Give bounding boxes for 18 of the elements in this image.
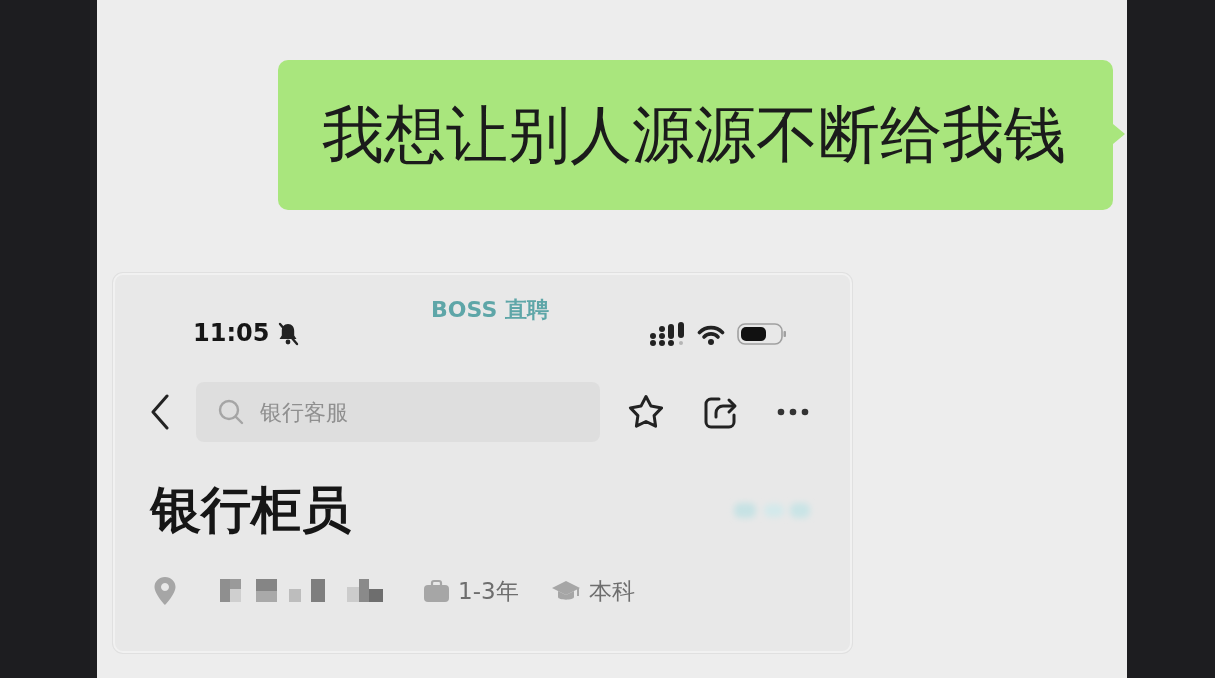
- back-icon[interactable]: [150, 394, 170, 430]
- search-field[interactable]: 银行客服: [196, 382, 600, 442]
- search-icon: [218, 399, 244, 425]
- wifi-icon: [697, 323, 725, 345]
- signal-icon: [649, 322, 685, 346]
- graduation-cap-icon: [550, 579, 581, 603]
- more-icon[interactable]: [777, 408, 809, 416]
- battery-icon: [737, 322, 787, 346]
- location-pin-icon: [153, 576, 177, 606]
- experience-label: 1-3年: [458, 577, 519, 605]
- star-icon[interactable]: [627, 394, 665, 430]
- status-time: 11:05: [193, 319, 270, 347]
- message-bubble: 我想让别人源源不断给我钱: [278, 60, 1127, 210]
- education-label: 本科: [588, 577, 635, 605]
- job-title: 银行柜员: [151, 480, 351, 540]
- app-logo: BOSS 直聘: [431, 297, 549, 323]
- briefcase-icon: [423, 579, 450, 603]
- shared-screenshot[interactable]: 11:05 BOSS 直聘 银行客服 银行柜员 1-3年 本科: [113, 273, 852, 653]
